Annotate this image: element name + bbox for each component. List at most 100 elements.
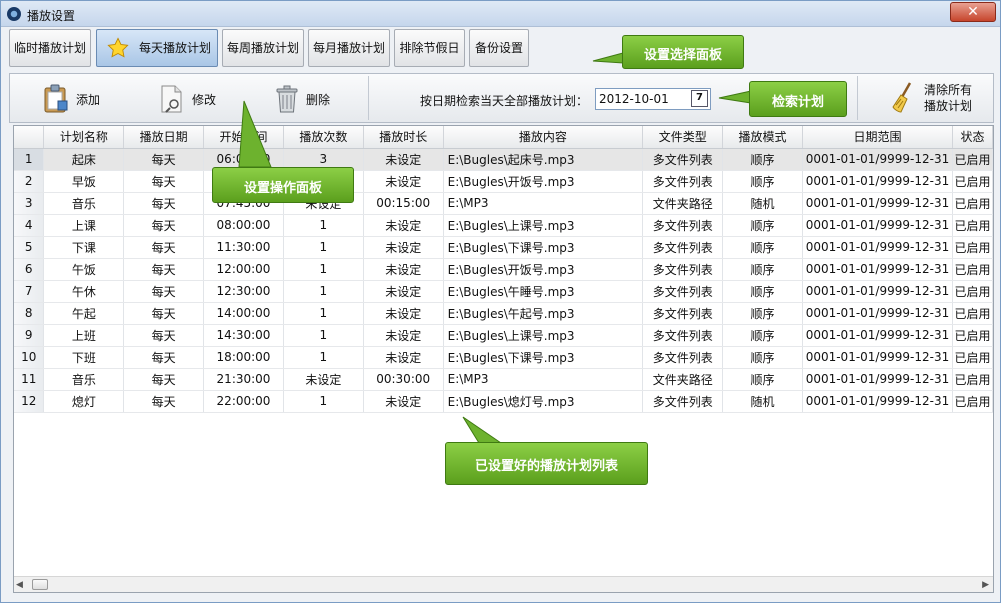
table-cell: 未设定	[363, 148, 444, 171]
column-header[interactable]: 文件类型	[642, 126, 724, 149]
window-title: 播放设置	[27, 9, 76, 23]
table-row[interactable]: 6 午饭 每天 12:00:00 1 未设定 E:\Bugles\开饭号.mp3 多文件列表顺…	[14, 258, 993, 281]
calendar-icon[interactable]: 7	[691, 90, 708, 107]
scroll-thumb[interactable]	[32, 579, 48, 590]
table-row[interactable]: 11 音乐 每天 21:30:00 未设定 00:30:00 E:\MP3 文件夹路径 顺序 00…	[14, 368, 993, 391]
table-cell: E:\Bugles\熄灯号.mp3	[443, 390, 644, 413]
column-header[interactable]: 计划名称	[43, 126, 125, 149]
table-cell: 0001-01-01/9999-12-31	[802, 390, 953, 413]
table-cell: E:\Bugles\午起号.mp3	[443, 302, 644, 325]
table-cell: 12:30:00	[203, 280, 284, 303]
title-bar: 播放设置 ✕	[1, 1, 1000, 27]
table-cell: E:\MP3	[443, 368, 644, 391]
table-cell: 21:30:00	[203, 368, 284, 391]
delete-label: 删除	[306, 93, 331, 107]
table-row[interactable]: 10 下班 每天 18:00:00 1 未设定 E:\Bugles\下课号.mp3 多文件列表…	[14, 346, 993, 369]
table-cell: 顺序	[722, 236, 803, 259]
table-cell: 未设定	[363, 280, 444, 303]
table-cell: 多文件列表	[642, 170, 724, 193]
table-row[interactable]: 12 熄灯 每天 22:00:00 1 未设定 E:\Bugles\熄灯号.mp3 多文件列表…	[14, 390, 993, 413]
table-cell: E:\Bugles\开饭号.mp3	[443, 258, 644, 281]
table-cell: 0001-01-01/9999-12-31	[802, 324, 953, 347]
table-cell: 顺序	[722, 302, 803, 325]
column-header[interactable]: 播放时长	[363, 126, 444, 149]
horizontal-scrollbar[interactable]: ◀ ▶	[14, 576, 993, 592]
table-cell: 0001-01-01/9999-12-31	[802, 258, 953, 281]
tab-daily-plan[interactable]: 每天播放计划	[96, 29, 218, 67]
row-number: 3	[14, 192, 45, 215]
column-header[interactable]: 状态	[952, 126, 993, 149]
clear-all-label: 清除所有 播放计划	[924, 82, 972, 114]
table-cell: 每天	[123, 192, 205, 215]
row-number: 6	[14, 258, 45, 281]
edit-label: 修改	[192, 93, 217, 107]
table-cell: 每天	[123, 346, 205, 369]
delete-button[interactable]: 删除	[272, 74, 352, 122]
table-cell: 多文件列表	[642, 258, 724, 281]
row-number-header[interactable]	[14, 126, 45, 149]
table-cell: 14:30:00	[203, 324, 284, 347]
row-number: 12	[14, 390, 45, 413]
table-cell: 多文件列表	[642, 346, 724, 369]
table-row[interactable]: 9 上班 每天 14:30:00 1 未设定 E:\Bugles\上课号.mp3 多文件列表顺…	[14, 324, 993, 347]
table-row[interactable]: 3 音乐 每天 07:45:00 未设定 00:15:00 E:\MP3 文件夹路径 随机 000…	[14, 192, 993, 215]
table-cell: 未设定	[363, 170, 444, 193]
tab-monthly-plan[interactable]: 每月播放计划	[308, 29, 390, 67]
table-cell: 0001-01-01/9999-12-31	[802, 346, 953, 369]
table-row[interactable]: 2早饭每天07:00:001未设定E:\Bugles\开饭号.mp3多文件列表顺…	[14, 170, 993, 193]
callout-text: 已设置好的播放计划列表	[474, 459, 618, 474]
table-cell: 未设定	[363, 258, 444, 281]
table-cell: 多文件列表	[642, 324, 724, 347]
table-row[interactable]: 8 午起 每天 14:00:00 1 未设定 E:\Bugles\午起号.mp3 多文件列表顺…	[14, 302, 993, 325]
table-cell: 18:00:00	[203, 346, 284, 369]
tab-exclude-holidays[interactable]: 排除节假日	[394, 29, 465, 67]
scroll-right-arrow-icon[interactable]: ▶	[982, 580, 989, 590]
row-number: 7	[14, 280, 45, 303]
row-number: 5	[14, 236, 45, 259]
clear-all-button[interactable]: 清除所有 播放计划	[880, 74, 990, 122]
tab-bar: 临时播放计划 每天播放计划 每周播放计划 每月播放计划 排除节假日 备份设置	[9, 29, 994, 67]
scroll-left-arrow-icon[interactable]: ◀	[16, 580, 23, 590]
table-cell: 每天	[123, 236, 205, 259]
star-icon	[107, 37, 129, 58]
table-cell: 已启用	[952, 192, 993, 215]
tab-backup-settings[interactable]: 备份设置	[469, 29, 529, 67]
row-number: 4	[14, 214, 45, 237]
table-cell: 已启用	[952, 148, 993, 171]
main-window: 播放设置 ✕ 临时播放计划 每天播放计划 每周播放计划 每月播放计划 排除节假日…	[0, 0, 1001, 603]
table-cell: 音乐	[43, 192, 125, 215]
column-header[interactable]: 播放日期	[123, 126, 205, 149]
table-cell: 未设定	[363, 390, 444, 413]
add-button[interactable]: 添加	[40, 74, 120, 122]
row-number: 2	[14, 170, 45, 193]
column-header[interactable]: 开始时间	[203, 126, 284, 149]
table-cell: 下课	[43, 236, 125, 259]
table-row[interactable]: 4 上课 每天 08:00:00 1 未设定 E:\Bugles\上课号.mp3 多文件列表顺…	[14, 214, 993, 237]
column-header[interactable]: 播放次数	[283, 126, 364, 149]
edit-button[interactable]: 修改	[156, 74, 236, 122]
column-header[interactable]: 日期范围	[802, 126, 953, 149]
column-header[interactable]: 播放内容	[443, 126, 644, 149]
table-cell: 每天	[123, 302, 205, 325]
tab-weekly-plan[interactable]: 每周播放计划	[222, 29, 304, 67]
tab-temporary-plan[interactable]: 临时播放计划	[9, 29, 91, 67]
table-cell: 随机	[722, 390, 803, 413]
table-cell: 0001-01-01/9999-12-31	[802, 368, 953, 391]
table-row[interactable]: 1 起床 每天 06:00:00 3 未设定 E:\Bugles\起床号.mp3 多文件列表顺…	[14, 148, 993, 171]
table-cell: 午起	[43, 302, 125, 325]
table-row[interactable]: 5 下课 每天 11:30:00 1 未设定 E:\Bugles\下课号.mp3 多文件列表顺…	[14, 236, 993, 259]
table-cell: E:\Bugles\上课号.mp3	[443, 324, 644, 347]
plan-table: 计划名称 播放日期 开始时间 播放次数 播放时长 播放内容 文件类型 播放模式 日期范围 状态 1…	[13, 125, 994, 593]
broom-icon	[892, 82, 912, 113]
table-cell: 已启用	[952, 236, 993, 259]
column-header[interactable]: 播放模式	[722, 126, 803, 149]
table-cell: 0001-01-01/9999-12-31	[802, 170, 953, 193]
table-row[interactable]: 7 午休 每天 12:30:00 1 未设定 E:\Bugles\午睡号.mp3 多文件列表顺…	[14, 280, 993, 303]
table-cell: 上班	[43, 324, 125, 347]
table-cell: 每天	[123, 214, 205, 237]
table-cell: 00:15:00	[363, 192, 444, 215]
table-cell: 1	[283, 302, 364, 325]
close-button[interactable]: ✕	[950, 2, 996, 22]
table-cell: 未设定	[363, 236, 444, 259]
table-cell: 多文件列表	[642, 214, 724, 237]
